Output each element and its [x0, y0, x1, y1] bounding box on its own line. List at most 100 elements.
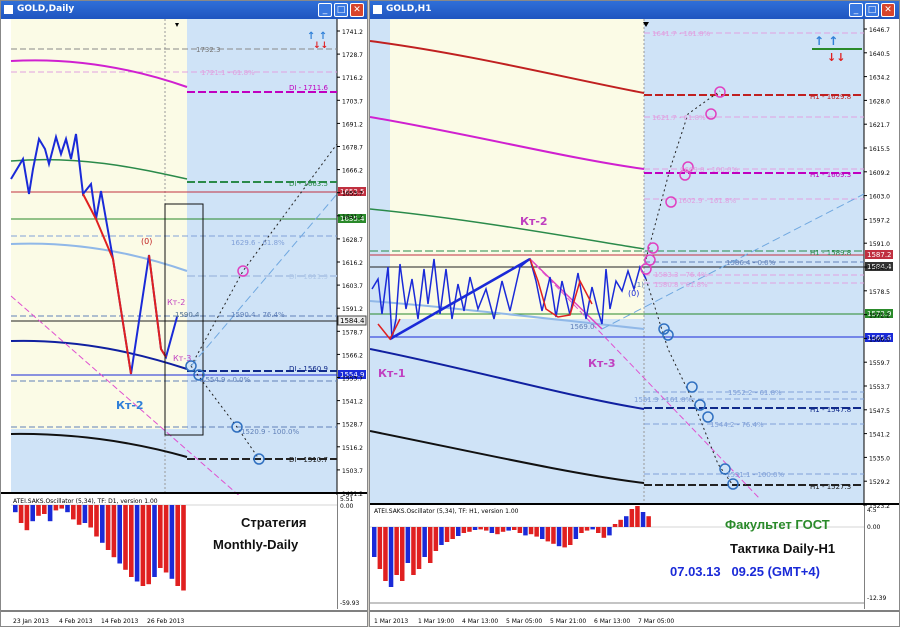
price-tick-label: 1621.7: [869, 122, 890, 129]
level-label: 1583.3 - 76.4%: [654, 271, 708, 279]
level-label: DI - 1663.5: [289, 180, 328, 188]
price-tick-label: 1597.2: [869, 217, 890, 224]
level-label: 1569.0: [570, 323, 595, 331]
strategy-subtitle: Monthly-Daily: [213, 537, 299, 552]
osc-tick: 4.5: [867, 507, 877, 514]
oscillator-bar: [596, 527, 601, 533]
wave-label-zero: (0): [628, 289, 639, 298]
maximize-button[interactable]: □: [865, 3, 879, 17]
oscillator-bar: [388, 527, 394, 587]
oscillator-bar: [478, 527, 483, 530]
level-label: DI - 1711.6: [289, 84, 328, 92]
level-label: 1590.4: [175, 311, 200, 319]
oscillator-bar: [573, 527, 579, 539]
level-label: 1552.2 - 61.8%: [728, 389, 782, 397]
oscillator-bar: [372, 527, 377, 557]
daily-price-chart[interactable]: (0) Кт-2 Кт-3 Кт-2 1732.3 1721.1 - 61.8%…: [1, 19, 367, 626]
wave-label-kt2-big: Кт-2: [116, 399, 144, 412]
price-tick-label: 1615.5: [869, 146, 890, 153]
price-tick-label: 1503.7: [342, 468, 363, 475]
level-label: 1586.4 - 0.0%: [726, 259, 776, 267]
oscillator-bar: [433, 527, 439, 551]
oscillator-bar: [472, 527, 478, 530]
oscillator-bar: [439, 527, 444, 545]
price-tick-label: 1553.7: [869, 384, 890, 391]
oscillator-bar: [612, 524, 618, 527]
level-label: DI - 1611.9: [289, 273, 328, 281]
date-tick: 1 Mar 2013: [374, 618, 408, 625]
daily-chart-window[interactable]: GOLD,Daily _ □ ✕ (0) Кт-2 Кт-3 Кт-2 1732…: [0, 0, 368, 627]
oscillator-bar: [635, 506, 640, 527]
oscillator-bar: [163, 505, 169, 573]
oscillator-bar: [175, 505, 180, 586]
faculty-title: Факультет ГОСТ: [725, 517, 830, 532]
level-label: 1609.8 - 100.0%: [680, 166, 739, 174]
oscillator-bar: [411, 527, 416, 575]
level-label: DI - 1510.7: [289, 456, 328, 464]
h1-price-chart[interactable]: Кт-1 Кт-2 Кт-3 (0) (1) 1641.7 - 161.8% H…: [370, 19, 899, 626]
price-tick-label: 1535.0: [869, 455, 890, 462]
close-button[interactable]: ✕: [881, 3, 895, 17]
oscillator-bar: [146, 505, 151, 585]
oscillator-bar: [484, 527, 489, 531]
osc-tick: 0.00: [867, 524, 881, 531]
wave-label-kt2-small: Кт-2: [167, 298, 185, 307]
wave-label-b: (1): [634, 281, 644, 289]
level-label: 1629.6 - 61.8%: [231, 239, 285, 247]
date-tick: 4 Mar 13:00: [462, 618, 498, 625]
minimize-button[interactable]: _: [849, 3, 863, 17]
price-tick-label: 1653.7: [342, 191, 363, 198]
oscillator-bar: [422, 527, 427, 557]
oscillator-bar: [377, 527, 383, 569]
oscillator-bar: [71, 505, 76, 520]
date-tick: 23 Jan 2013: [13, 618, 49, 625]
oscillator-bar: [545, 527, 551, 542]
price-tag-white-text: 1584.4: [340, 317, 365, 325]
oscillator-bar: [88, 505, 93, 528]
price-tick-label: 1529.2: [869, 479, 890, 486]
oscillator-bar: [534, 527, 539, 537]
osc-tick: -12.39: [867, 595, 887, 602]
close-button[interactable]: ✕: [350, 3, 364, 17]
window-titlebar[interactable]: GOLD,Daily _ □ ✕: [1, 1, 367, 19]
price-tick-label: 1628.0: [869, 98, 890, 105]
price-tick-label: 1547.5: [869, 408, 890, 415]
price-tick-label: 1728.7: [342, 52, 363, 59]
oscillator-bar: [169, 505, 175, 579]
price-tick-label: 1741.2: [342, 29, 363, 36]
window-title: GOLD,H1: [386, 4, 432, 14]
price-tick-label: 1616.2: [342, 260, 363, 267]
minimize-button[interactable]: _: [318, 3, 332, 17]
osc-tick: 0.00: [340, 503, 354, 510]
oscillator-bar: [94, 505, 99, 537]
window-titlebar[interactable]: GOLD,H1 _ □ ✕: [370, 1, 899, 19]
price-tick-label: 1634.2: [869, 75, 890, 82]
wave-label-kt2: Кт-2: [520, 215, 548, 228]
oscillator-bar: [394, 527, 399, 575]
oscillator-bar: [405, 527, 411, 563]
oscillator-bar: [456, 527, 461, 536]
oscillator-bar: [18, 505, 24, 523]
price-tick-label: 1703.7: [342, 98, 363, 105]
oscillator-bar: [42, 505, 47, 514]
datetime-stamp: 07.03.13 09.25 (GMT+4): [670, 564, 820, 579]
oscillator-bar: [134, 505, 140, 582]
oscillator-bar: [584, 527, 590, 531]
oscillator-bar: [489, 527, 495, 533]
oscillator-bar: [624, 516, 629, 527]
maximize-button[interactable]: □: [334, 3, 348, 17]
oscillator-bar: [540, 527, 545, 539]
h1-chart-window[interactable]: GOLD,H1 _ □ ✕ Кт-1 Кт-2 Кт-3 (0) (1) 164…: [369, 0, 900, 627]
level-label: 1544.2 - 76.4%: [710, 421, 764, 429]
oscillator-bar: [47, 505, 53, 522]
oscillator-bar: [65, 505, 70, 513]
oscillator-bar: [13, 505, 18, 513]
price-tick-label: 1559.7: [869, 360, 890, 367]
oscillator-bar: [579, 527, 584, 533]
oscillator-bar: [181, 505, 186, 591]
level-label: 1580.8 - 61.8%: [654, 281, 708, 289]
price-axis-ticks: 1741.2 1728.7 1716.2 1703.7 1691.2 1678.7 1666…: [337, 29, 363, 498]
date-tick: 14 Feb 2013: [101, 618, 139, 625]
date-tick: 1 Mar 19:00: [418, 618, 454, 625]
price-tick-label: 1591.0: [869, 241, 890, 248]
